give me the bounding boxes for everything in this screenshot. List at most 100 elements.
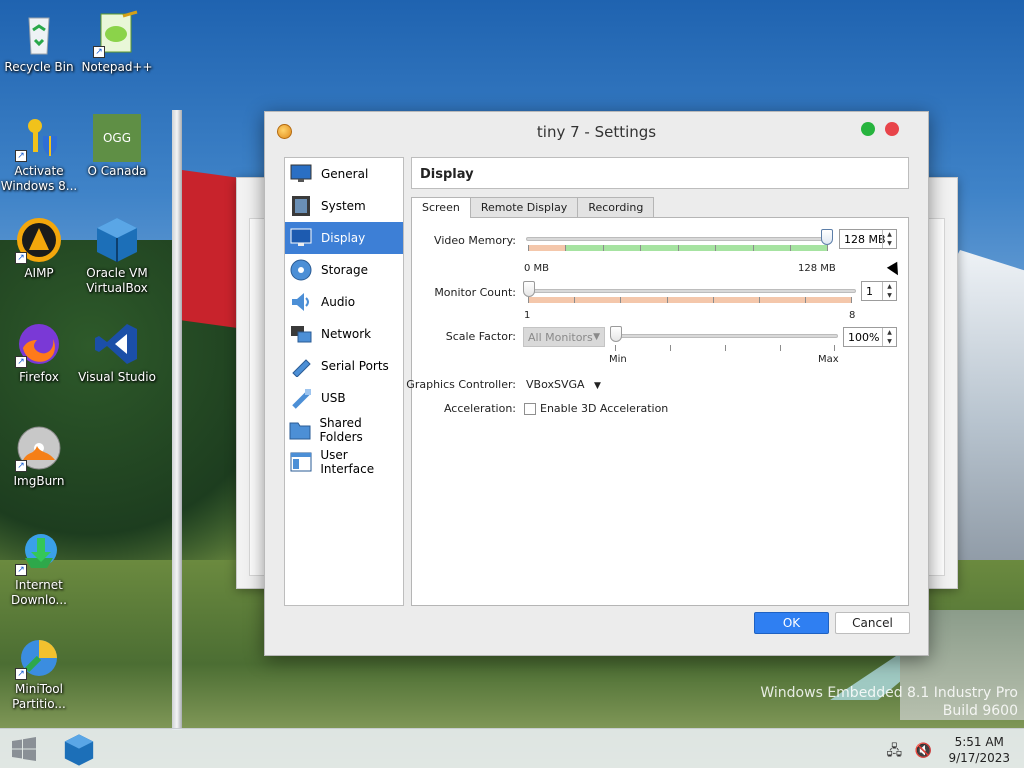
tab-screen[interactable]: Screen xyxy=(411,197,471,218)
acceleration-label: Acceleration: xyxy=(443,402,516,415)
tab-recording[interactable]: Recording xyxy=(577,197,655,217)
monitor-count-ticks xyxy=(528,297,852,303)
taskbar: 🖧 🔇 5:51 AM 9/17/2023 xyxy=(0,728,1024,768)
sidebar-item-label: Serial Ports xyxy=(321,359,389,373)
volume-muted-icon[interactable]: 🔇 xyxy=(915,743,932,759)
desktop-icon-notepadpp[interactable]: ↗ Notepad++ xyxy=(78,10,156,75)
sidebar-item-label: System xyxy=(321,199,366,213)
tab-remote-display[interactable]: Remote Display xyxy=(469,197,579,217)
scale-factor-ticks xyxy=(615,345,835,351)
sidebar-item-system[interactable]: System xyxy=(285,190,403,222)
shortcut-arrow-icon: ↗ xyxy=(15,460,27,472)
video-memory-min-label: 0 MB xyxy=(524,263,550,274)
watermark-line2: Build 9600 xyxy=(942,703,1018,719)
desktop-icon-label: Firefox xyxy=(19,370,59,384)
shared-folders-icon xyxy=(289,418,311,442)
sidebar-item-display[interactable]: Display xyxy=(285,222,403,254)
monitor-count-slider-handle[interactable] xyxy=(523,281,535,297)
shortcut-arrow-icon: ↗ xyxy=(15,356,27,368)
cancel-button[interactable]: Cancel xyxy=(835,612,910,634)
monitor-count-label: Monitor Count: xyxy=(434,286,516,299)
taskbar-clock[interactable]: 5:51 AM 9/17/2023 xyxy=(948,734,1010,766)
desktop-icon-o-canada[interactable]: OGG O Canada xyxy=(78,114,156,179)
sidebar-item-general[interactable]: General xyxy=(285,158,403,190)
graphics-controller-value: VBoxSVGA xyxy=(526,378,585,391)
tab-bar: Screen Remote Display Recording xyxy=(411,197,655,218)
minimize-button[interactable] xyxy=(861,122,875,136)
monitor-count-value: 1 xyxy=(866,284,873,298)
sidebar-item-label: Shared Folders xyxy=(319,416,363,444)
video-memory-track xyxy=(526,237,832,241)
spin-arrows-icon[interactable]: ▲ ▼ xyxy=(882,328,896,346)
desktop-icon-activate-windows[interactable]: ↗ Activate Windows 8... xyxy=(0,114,78,194)
sidebar-item-label: Display xyxy=(321,231,366,245)
recycle-bin-icon xyxy=(15,10,63,58)
shortcut-arrow-icon: ↗ xyxy=(15,150,27,162)
sidebar-item-label: Audio xyxy=(321,295,356,309)
settings-dialog: tiny 7 - Settings General System Display… xyxy=(264,111,929,656)
serial-ports-icon xyxy=(289,354,313,378)
desktop-icon-label: Oracle VM VirtualBox xyxy=(86,266,148,295)
video-memory-slider-handle[interactable] xyxy=(821,229,833,245)
desktop-icon-minitool[interactable]: ↗ MiniTool Partitio... xyxy=(0,632,78,712)
windows-watermark: Windows Embedded 8.1 Industry Pro Build … xyxy=(760,684,1018,720)
sidebar-item-storage[interactable]: Storage xyxy=(285,254,403,286)
video-memory-spinbox[interactable]: 128 MB ▲ ▼ xyxy=(839,229,897,249)
monitor-count-max-label: 8 xyxy=(849,310,856,321)
sidebar-item-network[interactable]: Network xyxy=(285,318,403,350)
video-memory-value: 128 MB xyxy=(844,232,886,246)
scale-factor-max-label: Max xyxy=(818,354,839,365)
clock-time: 5:51 AM xyxy=(954,735,1004,749)
general-icon xyxy=(289,162,313,186)
key-shield-icon: ↗ xyxy=(15,114,63,162)
ogg-audio-icon: OGG xyxy=(93,114,141,162)
aimp-icon: ↗ xyxy=(15,216,63,264)
spin-arrows-icon[interactable]: ▲ ▼ xyxy=(882,230,896,248)
desktop-icon-label: Notepad++ xyxy=(81,60,153,74)
start-button[interactable] xyxy=(10,737,38,761)
shortcut-arrow-icon: ↗ xyxy=(15,564,27,576)
desktop-icon-internet-download-manager[interactable]: ↗ Internet Downlo... xyxy=(0,528,78,608)
enable-3d-acceleration-checkbox[interactable] xyxy=(524,403,536,415)
display-icon xyxy=(289,226,313,250)
desktop-icon-visual-studio[interactable]: Visual Studio xyxy=(78,320,156,385)
desktop-icon-label: AIMP xyxy=(24,266,54,280)
sidebar-item-user-interface[interactable]: User Interface xyxy=(285,446,403,478)
sidebar-item-shared-folders[interactable]: Shared Folders xyxy=(285,414,403,446)
notepadpp-icon: ↗ xyxy=(93,10,141,58)
network-icon xyxy=(289,322,313,346)
close-button[interactable] xyxy=(885,122,899,136)
taskbar-virtualbox-button[interactable] xyxy=(62,733,96,767)
network-icon[interactable]: 🖧 xyxy=(886,743,902,759)
clock-date: 9/17/2023 xyxy=(948,751,1010,765)
monitor-count-spinbox[interactable]: 1 ▲ ▼ xyxy=(861,281,897,301)
desktop-icon-recycle-bin[interactable]: Recycle Bin xyxy=(0,10,78,75)
system-tray: 🖧 🔇 xyxy=(886,740,932,764)
flagpole xyxy=(172,110,182,730)
scale-factor-spinbox[interactable]: 100% ▲ ▼ xyxy=(843,327,897,347)
dialog-title: tiny 7 - Settings xyxy=(536,123,657,141)
usb-icon xyxy=(289,386,313,410)
minitool-partition-icon: ↗ xyxy=(15,632,63,680)
desktop-icon-aimp[interactable]: ↗ AIMP xyxy=(0,216,78,281)
scale-factor-min-label: Min xyxy=(609,354,627,365)
desktop-icon-virtualbox[interactable]: Oracle VM VirtualBox xyxy=(78,216,156,296)
user-interface-icon xyxy=(289,450,312,474)
desktop-icon-firefox[interactable]: ↗ Firefox xyxy=(0,320,78,385)
ok-button[interactable]: OK xyxy=(754,612,829,634)
panel-title: Display xyxy=(411,157,909,189)
dialog-titlebar[interactable]: tiny 7 - Settings xyxy=(265,112,928,152)
audio-icon xyxy=(289,290,313,314)
ogg-badge-text: OGG xyxy=(102,131,132,145)
sidebar-item-audio[interactable]: Audio xyxy=(285,286,403,318)
sidebar-item-serial-ports[interactable]: Serial Ports xyxy=(285,350,403,382)
scale-factor-monitor-select[interactable]: All Monitors ▼ xyxy=(523,327,605,347)
monitor-count-track xyxy=(526,289,856,293)
graphics-controller-select[interactable]: VBoxSVGA ▼ xyxy=(526,378,601,391)
screen-tab-content: Video Memory: 0 MB 128 MB 128 MB ▲ ▼ Moni… xyxy=(406,217,909,606)
download-manager-icon: ↗ xyxy=(15,528,63,576)
sidebar-item-usb[interactable]: USB xyxy=(285,382,403,414)
scale-factor-slider-handle[interactable] xyxy=(610,326,622,342)
desktop-icon-imgburn[interactable]: ↗ ImgBurn xyxy=(0,424,78,489)
spin-arrows-icon[interactable]: ▲ ▼ xyxy=(882,282,896,300)
